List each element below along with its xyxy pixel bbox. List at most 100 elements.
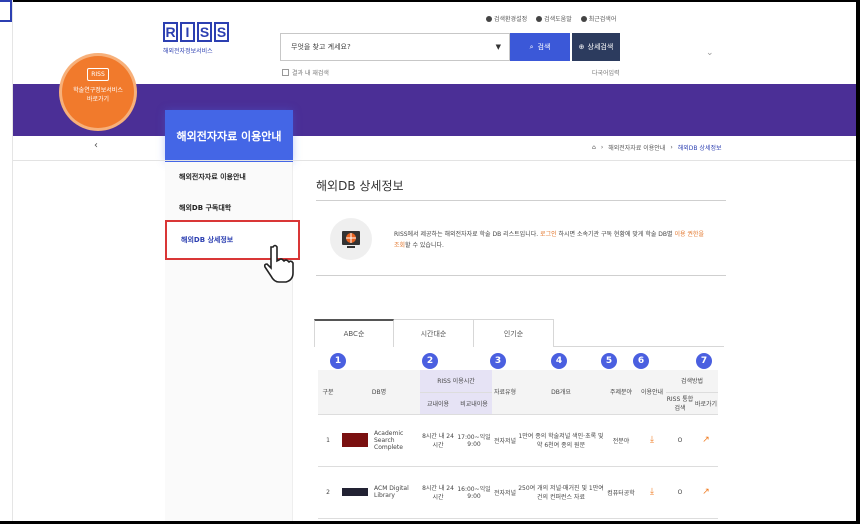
page: R I S S 해외전자정보서비스 검색환경설정 검색도움말 최근검색어 무엇을… [0,0,860,524]
row-type: 전자저널 [492,466,518,519]
search-placeholder: 무엇을 찾고 계세요? [291,43,351,51]
breadcrumb-current: 해외DB 상세정보 [677,145,722,152]
row-riss: O [666,414,694,467]
search-button-label: 검색 [537,43,551,51]
magnifier-plus-icon: ⊕ [578,43,585,51]
left-edge-strip [0,0,13,524]
db-name[interactable]: Academic Search Complete [374,430,420,451]
header-band [13,84,856,136]
download-icon[interactable]: ⤓ [650,435,654,445]
search-input[interactable]: 무엇을 찾고 계세요? ▼ [280,33,510,61]
promo-label-2: 바로가기 [86,96,110,103]
marker-5: 5 [601,353,617,369]
header-time-group: RISS 이용시간 [420,370,492,393]
sidebar-title: 해외전자자료 이용안내 [165,110,293,162]
chevron-down-icon[interactable]: ⌄ [706,48,714,58]
header-go: 바로가기 [694,392,718,415]
row-use[interactable]: ⤓ [638,414,666,467]
row-time-cam: 8시간 내 24시간 [420,414,456,467]
tab-popular[interactable]: 인기순 [474,319,554,347]
breadcrumb-sep: › [670,144,673,151]
external-link-icon[interactable]: ↗ [702,435,710,445]
divider [13,160,856,161]
dropdown-caret-icon[interactable]: ▼ [496,43,501,51]
logo-letter: S [197,22,212,42]
row-db[interactable]: ACM Digital Library [338,466,420,519]
logo-letter: R [163,22,178,42]
header-time-cam: 교내이용 [420,392,456,415]
info-text-part: 할 수 있습니다. [405,242,444,249]
util-link-help[interactable]: 검색도움말 [536,14,572,23]
tab-time[interactable]: 시간대순 [394,319,474,347]
sidebar-item-usage-guide[interactable]: 해외전자자료 이용안내 [179,172,246,182]
db-logo [342,433,368,447]
row-db[interactable]: Academic Search Complete [338,414,420,467]
sidebar-item-subscribed-univ[interactable]: 해외DB 구독대학 [179,203,231,213]
checkbox[interactable] [282,69,289,76]
chevron-left-icon[interactable]: ‹ [94,140,98,151]
info-divider [316,275,726,276]
utility-links: 검색환경설정 검색도움말 최근검색어 [486,14,616,23]
row-no: 2 [318,466,338,519]
row-go[interactable]: ↗ [694,414,718,467]
title-divider [316,200,726,201]
gear-icon [486,15,492,22]
external-link-icon[interactable]: ↗ [702,487,710,497]
row-type: 전자저널 [492,414,518,467]
row-time-off: 17:00~익일9:00 [456,414,492,467]
db-name[interactable]: ACM Digital Library [374,485,420,499]
info-text-part: RISS에서 제공하는 해외전자자료 학술 DB 리스트입니다. [394,231,541,238]
riss-logo[interactable]: R I S S 해외전자정보서비스 [163,22,233,67]
breadcrumb-item[interactable]: 해외전자자료 이용안내 [608,143,665,152]
row-use[interactable]: ⤓ [638,466,666,519]
riss-mini-icon: RISS [87,68,109,81]
search-icon: ⌕ [529,42,534,51]
promo-label: 학술연구정보서비스 [73,87,123,94]
info-text: RISS에서 제공하는 해외전자자료 학술 DB 리스트입니다. 로그인 하시면… [394,229,704,251]
row-subject: 전분야 [604,414,638,467]
info-text-part: 하시면 소속기관 구독 현황에 맞게 학술 DB별 [556,231,675,238]
edge-tab [0,0,12,22]
pointer-hand-icon [263,244,294,283]
header-riss: RISS 통합검색 [666,392,694,415]
header-use: 이용안내 [638,370,666,415]
top-border [0,0,860,2]
row-subject: 컴퓨터공학 [604,466,638,519]
header-dbname: DB명 [338,370,420,415]
header-time-off: 비교내이용 [456,392,492,415]
marker-1: 1 [330,353,346,369]
clock-icon [580,15,587,22]
download-icon[interactable]: ⤓ [650,487,654,497]
row-go[interactable]: ↗ [694,466,718,519]
row-desc: 1만여 종의 학술저널 색인·초록 및 약 6천여 종의 원문 [518,414,604,467]
marker-7: 7 [696,353,712,369]
logo-letter: I [180,22,195,42]
breadcrumb: ⌂ › 해외전자자료 이용안내 › 해외DB 상세정보 [592,143,722,152]
row-time-off: 16:00~익일9:00 [456,466,492,519]
tab-abc[interactable]: ABC순 [314,319,394,347]
detail-search-button[interactable]: ⊕ 상세검색 [572,33,620,61]
util-link-recent[interactable]: 최근검색어 [580,14,616,23]
row-desc: 250여 개의 저널·매거진 및 1만여 건의 컨퍼런스 자료 [518,466,604,519]
login-link[interactable]: 로그인 [540,231,557,238]
logo-letter: S [214,22,229,42]
row-time-cam: 8시간 내 24시간 [420,466,456,519]
checkbox-label: 결과 내 재검색 [292,70,329,77]
multilang-input-link[interactable]: 다국어입력 [592,68,620,77]
marker-2: 2 [422,353,438,369]
header-subject: 주제분야 [604,370,638,415]
header-desc: DB개요 [518,370,604,415]
util-link-settings[interactable]: 검색환경설정 [486,14,527,23]
promo-circle-button[interactable]: RISS 학술연구정보서비스 바로가기 [62,56,134,128]
home-icon[interactable]: ⌂ [592,144,596,151]
header-type: 자료유형 [492,370,518,415]
page-title: 해외DB 상세정보 [316,179,404,193]
marker-6: 6 [633,353,649,369]
research-in-results[interactable]: 결과 내 재검색 [282,68,329,77]
search-button[interactable]: ⌕ 검색 [510,33,570,61]
db-logo [342,488,368,496]
right-border [856,0,860,524]
help-icon [536,15,543,22]
marker-4: 4 [551,353,567,369]
marker-3: 3 [490,353,506,369]
